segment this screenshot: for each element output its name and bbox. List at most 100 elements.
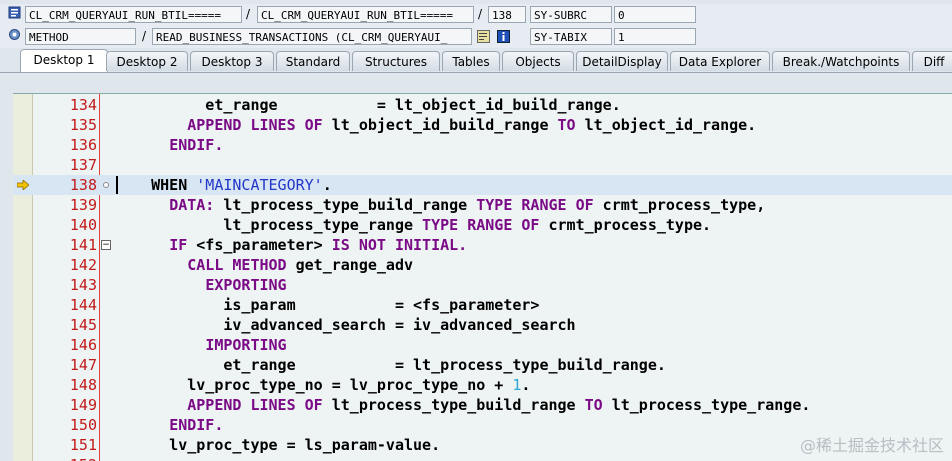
code-line[interactable]: 141 IF <fs_parameter> IS NOT INITIAL. − <box>13 235 952 255</box>
sysvar-value-field[interactable]: 1 <box>614 28 696 45</box>
code-text: IMPORTING <box>115 335 287 355</box>
line-number: 139 <box>69 196 97 214</box>
tab-structures[interactable]: Structures <box>352 51 440 71</box>
code-text: et_range = lt_process_type_build_range. <box>115 355 666 375</box>
tab-desktop-1[interactable]: Desktop 1 <box>20 49 108 72</box>
code-line[interactable]: 145 iv_advanced_search = iv_advanced_sea… <box>13 315 952 335</box>
tab-data-explorer[interactable]: Data Explorer <box>670 51 770 71</box>
sysvar-name-field[interactable]: SY-SUBRC <box>530 6 612 23</box>
program-field[interactable]: CL_CRM_QUERYAUI_RUN_BTIL===== <box>25 6 242 23</box>
code-line[interactable]: 138 WHEN 'MAINCATEGORY'. <box>13 175 952 195</box>
current-statement-arrow-icon <box>17 180 29 190</box>
code-token: lt_process_type_build_range <box>214 196 477 214</box>
code-token: et_range = lt_process_type_build_range. <box>115 356 666 374</box>
code-line[interactable]: 147 et_range = lt_process_type_build_ran… <box>13 355 952 375</box>
separator: / <box>246 7 251 21</box>
program-icon <box>8 6 21 19</box>
separator: / <box>478 7 483 21</box>
line-number: 151 <box>69 436 97 454</box>
tab-diff[interactable]: Diff <box>912 51 952 71</box>
keyword-token: APPEND LINES OF <box>187 396 323 414</box>
line-number: 145 <box>69 316 97 334</box>
code-text: is_param = <fs_parameter> <box>115 295 539 315</box>
code-line[interactable]: 137 <box>13 155 952 175</box>
watermark: @稀土掘金技术社区 <box>799 436 944 455</box>
code-text: lt_process_type_range TYPE RANGE OF crmt… <box>115 215 711 235</box>
line-number: 136 <box>69 136 97 154</box>
keyword-token: IMPORTING <box>205 336 287 354</box>
code-text: et_range = lt_object_id_build_range. <box>115 95 620 115</box>
desktop-tabs: Desktop 1 Desktop 2 Desktop 3 Standard S… <box>0 48 952 73</box>
code-line[interactable]: 140 lt_process_type_range TYPE RANGE OF … <box>13 215 952 235</box>
event-type-field[interactable]: METHOD <box>25 28 136 45</box>
code-line[interactable]: 136 ENDIF. <box>13 135 952 155</box>
line-number: 146 <box>69 336 97 354</box>
code-token: is_param = <fs_parameter> <box>115 296 540 314</box>
sysvar-value-field[interactable]: 0 <box>614 6 696 23</box>
keyword-token: CALL METHOD <box>187 256 287 274</box>
sysvar-name-field[interactable]: SY-TABIX <box>530 28 612 45</box>
code-text: WHEN 'MAINCATEGORY'. <box>115 175 332 195</box>
debugger-header-row-2: METHOD / READ_BUSINESS_TRANSACTIONS (CL_… <box>0 26 952 48</box>
code-text: ENDIF. <box>115 135 223 155</box>
code-line[interactable]: 143 EXPORTING <box>13 275 952 295</box>
code-line[interactable]: 134 et_range = lt_object_id_build_range. <box>13 95 952 115</box>
line-number: 140 <box>69 216 97 234</box>
source-code-editor[interactable]: 134 et_range = lt_object_id_build_range.… <box>13 93 952 461</box>
code-line[interactable]: 139 DATA: lt_process_type_build_range TY… <box>13 195 952 215</box>
tab-objects[interactable]: Objects <box>502 51 574 71</box>
code-line[interactable]: 148 lv_proc_type_no = lv_proc_type_no + … <box>13 375 952 395</box>
line-number: 152 <box>33 455 97 461</box>
line-number: 135 <box>69 116 97 134</box>
collapse-block-icon[interactable]: − <box>101 240 111 250</box>
statement-marker-icon <box>103 182 109 188</box>
event-name-field[interactable]: READ_BUSINESS_TRANSACTIONS (CL_CRM_QUERY… <box>152 28 472 45</box>
tab-tables[interactable]: Tables <box>442 51 500 71</box>
code-token: lt_object_id_build_range <box>322 116 558 134</box>
tab-breakpoints-watchpoints[interactable]: Break./Watchpoints <box>772 51 910 71</box>
code-token: lt_process_type_build_range <box>322 396 585 414</box>
keyword-token: TYPE RANGE OF <box>422 216 540 234</box>
keyword-token: TO <box>584 396 603 414</box>
keyword-token: IF <box>169 236 188 254</box>
code-line[interactable]: 146 IMPORTING <box>13 335 952 355</box>
source-icon[interactable] <box>477 30 490 43</box>
code-text: ENDIF. <box>115 415 223 435</box>
include-field[interactable]: CL_CRM_QUERYAUI_RUN_BTIL===== <box>257 6 474 23</box>
code-token: <fs_parameter> <box>187 236 332 254</box>
code-token: WHEN <box>115 176 197 194</box>
code-line[interactable]: 144 is_param = <fs_parameter> <box>13 295 952 315</box>
keyword-token: EXPORTING <box>205 276 287 294</box>
line-number: 147 <box>69 356 97 374</box>
string-token: 'MAINCATEGORY' <box>196 176 323 194</box>
info-icon[interactable] <box>497 30 510 43</box>
keyword-token: TYPE RANGE OF <box>476 196 594 214</box>
line-number: 141 <box>69 236 97 254</box>
tab-detail-display[interactable]: DetailDisplay <box>576 51 668 71</box>
code-line[interactable]: 149 APPEND LINES OF lt_process_type_buil… <box>13 395 952 415</box>
code-line[interactable]: 142 CALL METHOD get_range_adv <box>13 255 952 275</box>
line-number: 138 <box>69 176 97 194</box>
code-text: CALL METHOD get_range_adv <box>115 255 413 275</box>
code-token: lt_process_type_range. <box>602 396 811 414</box>
line-number-field[interactable]: 138 <box>488 6 526 23</box>
line-number: 142 <box>69 256 97 274</box>
code-token: crmt_process_type. <box>539 216 712 234</box>
code-token: lt_process_type_range <box>115 216 423 234</box>
code-text: iv_advanced_search = iv_advanced_search <box>115 315 575 335</box>
text-cursor <box>116 176 118 194</box>
tab-standard[interactable]: Standard <box>276 51 350 71</box>
keyword-token: APPEND LINES OF <box>187 116 323 134</box>
code-text: lv_proc_type = ls_param-value. <box>115 435 440 455</box>
tab-desktop-3[interactable]: Desktop 3 <box>190 51 274 71</box>
tab-desktop-2[interactable]: Desktop 2 <box>106 51 188 71</box>
debugger-header-row-1: CL_CRM_QUERYAUI_RUN_BTIL===== / CL_CRM_Q… <box>0 4 952 26</box>
code-line[interactable]: 135 APPEND LINES OF lt_object_id_build_r… <box>13 115 952 135</box>
